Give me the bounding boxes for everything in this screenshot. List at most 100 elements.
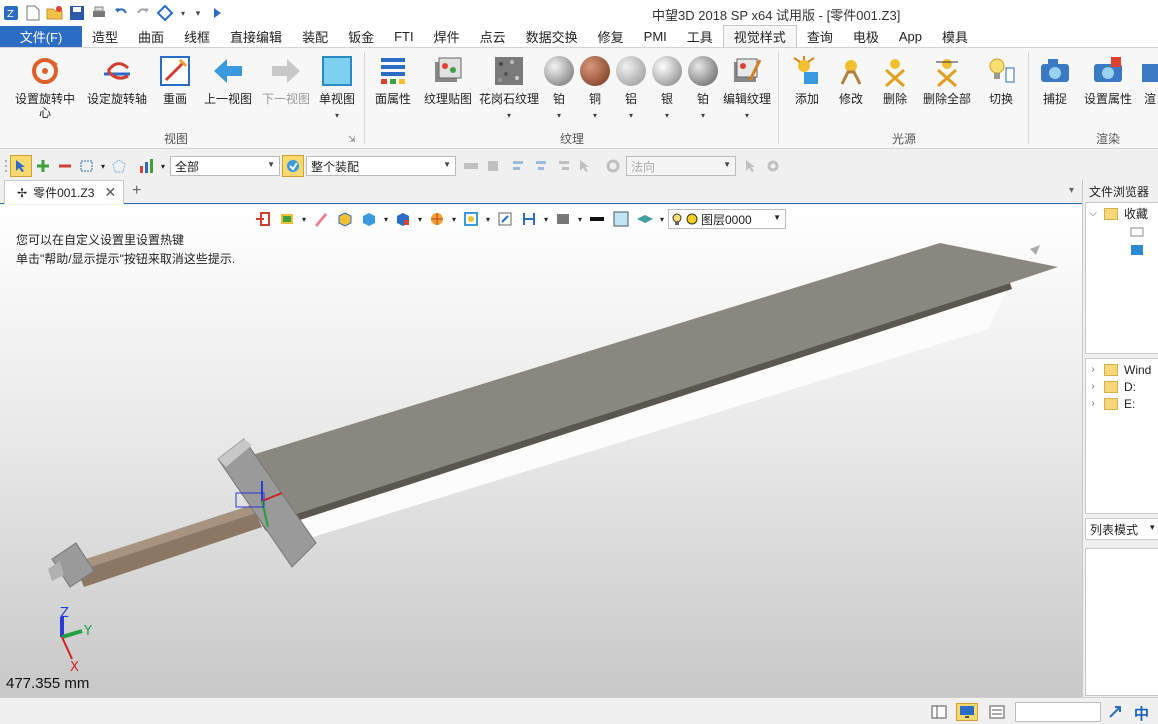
capture-button[interactable]: 捕捉	[1038, 54, 1072, 106]
play-icon[interactable]	[208, 4, 226, 22]
next-view-button[interactable]: 下一视图	[260, 54, 312, 106]
delete-all-lights-button[interactable]: 删除全部	[920, 54, 974, 106]
tab-menu-6[interactable]: FTI	[384, 26, 424, 47]
tab-menu-2[interactable]: 线框	[174, 26, 220, 47]
tree-item-drive-0[interactable]: › Wind	[1086, 361, 1151, 378]
tree-item-sub1[interactable]	[1130, 223, 1144, 240]
new-tab-button[interactable]: +	[132, 182, 141, 200]
set-rotation-axis-button[interactable]: 设定旋转轴	[86, 54, 148, 106]
rotate-icon[interactable]	[156, 4, 174, 22]
tab-menu-14[interactable]: 查询	[797, 26, 843, 47]
align-left-icon[interactable]	[508, 155, 530, 177]
tree-item-drive-1[interactable]: › D:	[1086, 378, 1136, 395]
tab-menu-17[interactable]: 模具	[932, 26, 978, 47]
filter-icon[interactable]	[136, 155, 158, 177]
snap-pointer-icon[interactable]	[740, 155, 762, 177]
tab-menu-7[interactable]: 焊件	[424, 26, 470, 47]
granite-dropdown-icon[interactable]: ▾	[507, 109, 511, 123]
show-icon[interactable]	[482, 155, 504, 177]
material-3-button[interactable]: 银 ▾	[650, 54, 684, 123]
tab-menu-16[interactable]: App	[889, 26, 932, 47]
tree-item-favorites[interactable]: ⌵ 收藏	[1086, 205, 1148, 222]
material-2-button[interactable]: 铝 ▾	[614, 54, 648, 123]
screen-icon[interactable]	[956, 703, 978, 721]
tab-menu-12[interactable]: 工具	[677, 26, 723, 47]
assembly-select[interactable]: 整个装配 ▼	[306, 156, 456, 176]
box-select-icon[interactable]	[76, 155, 98, 177]
tab-list-icon[interactable]: ▾	[1069, 185, 1074, 196]
pick-icon[interactable]	[574, 155, 596, 177]
tab-menu-3[interactable]: 直接编辑	[220, 26, 292, 47]
select-pointer-icon[interactable]	[10, 155, 32, 177]
new-file-icon[interactable]	[24, 4, 42, 22]
tab-menu-13[interactable]: 视觉样式	[722, 25, 797, 47]
add-selection-icon[interactable]	[32, 155, 54, 177]
box-select-dropdown-icon[interactable]: ▾	[98, 155, 108, 177]
command-input[interactable]	[1015, 702, 1101, 722]
drives-tree[interactable]: › Wind › D: › E:	[1085, 358, 1158, 514]
set-rotation-center-button[interactable]: 设置旋转中 心	[12, 54, 78, 120]
tab-menu-5[interactable]: 钣金	[338, 26, 384, 47]
open-folder-icon[interactable]	[46, 4, 64, 22]
list-view-icon[interactable]	[986, 703, 1008, 721]
tab-menu-0[interactable]: 造型	[82, 26, 128, 47]
granite-texture-button[interactable]: 花岗石纹理 ▾	[478, 54, 540, 123]
direction-select[interactable]: 法向 ▼	[626, 156, 736, 176]
tab-menu-15[interactable]: 电极	[843, 26, 889, 47]
material-dropdown-icon[interactable]: ▾	[593, 109, 597, 123]
save-icon[interactable]	[68, 4, 86, 22]
sword-model[interactable]	[0, 205, 1082, 697]
texture-map-button[interactable]: 纹理贴图	[422, 54, 474, 106]
align-center-icon[interactable]	[530, 155, 552, 177]
material-1-button[interactable]: 铜 ▾	[578, 54, 612, 123]
print-icon[interactable]	[90, 4, 108, 22]
file-list[interactable]	[1085, 548, 1158, 696]
redo-icon[interactable]	[134, 4, 152, 22]
single-view-button[interactable]: 单视图 ▾	[316, 54, 358, 123]
tab-part001[interactable]: ✢ 零件001.Z3 ✕	[4, 180, 124, 204]
chevron-right-icon[interactable]: ›	[1086, 381, 1100, 392]
tab-menu-10[interactable]: 修复	[588, 26, 634, 47]
customize-icon[interactable]: ▾	[192, 4, 204, 22]
material-dropdown-icon[interactable]: ▾	[701, 109, 705, 123]
modify-light-button[interactable]: 修改	[834, 54, 868, 106]
snap-gear-icon[interactable]	[762, 155, 784, 177]
tab-menu-1[interactable]: 曲面	[128, 26, 174, 47]
favorites-tree[interactable]: ⌵ 收藏	[1085, 202, 1158, 354]
material-dropdown-icon[interactable]: ▾	[665, 109, 669, 123]
3d-viewport[interactable]: 您可以在自定义设置里设置热键 单击"帮助/显示提示"按钮来取消这些提示. ▾ ▾…	[0, 205, 1082, 697]
single-view-dropdown-icon[interactable]: ▾	[335, 109, 339, 123]
assembly-scope-icon[interactable]	[282, 155, 304, 177]
edit-texture-dropdown-icon[interactable]: ▾	[745, 109, 749, 123]
dropdown-icon[interactable]: ▾	[178, 4, 188, 22]
list-mode-select[interactable]: 列表模式 ▾	[1085, 518, 1158, 540]
tab-menu-9[interactable]: 数据交换	[516, 26, 588, 47]
redraw-button[interactable]: 重画	[158, 54, 192, 106]
chevron-down-icon[interactable]: ⌵	[1086, 208, 1100, 219]
tree-item-drive-2[interactable]: › E:	[1086, 395, 1135, 412]
material-dropdown-icon[interactable]: ▾	[629, 109, 633, 123]
lasso-select-icon[interactable]	[108, 155, 130, 177]
align-right-icon[interactable]	[552, 155, 574, 177]
layout-icon[interactable]	[928, 703, 950, 721]
toggle-light-button[interactable]: 切换	[984, 54, 1018, 106]
tree-item-sub2[interactable]	[1130, 241, 1144, 258]
material-0-button[interactable]: 铂 ▾	[542, 54, 576, 123]
expand-arrow-icon[interactable]	[1104, 703, 1126, 721]
delete-light-button[interactable]: 删除	[878, 54, 912, 106]
filter-select[interactable]: 全部 ▼	[170, 156, 280, 176]
close-icon[interactable]: ✕	[104, 184, 116, 201]
material-dropdown-icon[interactable]: ▾	[557, 109, 561, 123]
gear-direction-icon[interactable]	[602, 155, 624, 177]
tab-menu-8[interactable]: 点云	[470, 26, 516, 47]
hide-icon[interactable]	[460, 155, 482, 177]
app-logo-icon[interactable]: Z	[2, 4, 20, 22]
add-light-button[interactable]: 添加	[790, 54, 824, 106]
undo-icon[interactable]	[112, 4, 130, 22]
chevron-right-icon[interactable]: ›	[1086, 364, 1100, 375]
prev-view-button[interactable]: 上一视图	[202, 54, 254, 106]
chevron-right-icon[interactable]: ›	[1086, 398, 1100, 409]
tab-menu-11[interactable]: PMI	[634, 26, 677, 47]
render-props-button[interactable]: 设置属性	[1082, 54, 1134, 106]
ime-indicator[interactable]: 中	[1134, 703, 1149, 724]
